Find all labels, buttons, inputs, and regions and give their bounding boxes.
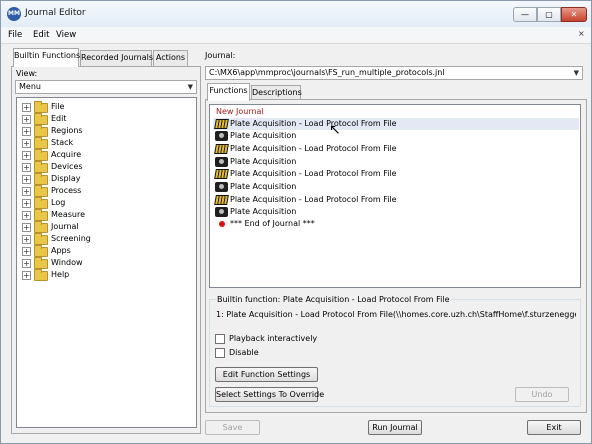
journal-function-list: New Journal Plate Acquisition - Load Pro… — [209, 104, 581, 288]
menu-divider — [1, 43, 591, 44]
menu-file[interactable]: File — [8, 30, 22, 40]
chevron-down-icon: ▼ — [573, 69, 579, 77]
expand-icon[interactable]: + — [22, 139, 31, 148]
function-tree: + File + Edit + Regions + Stack + Acquire + De… — [16, 97, 197, 428]
expand-icon[interactable]: + — [22, 175, 31, 184]
folder-icon — [34, 245, 48, 257]
close-icon[interactable]: × — [578, 29, 585, 38]
expand-icon[interactable]: + — [22, 127, 31, 136]
builtin-function-info: Builtin function: Plate Acquisition - Lo… — [216, 295, 451, 304]
tab-actions[interactable]: Actions — [153, 50, 188, 66]
list-item-end-of-journal[interactable]: *** End of Journal *** — [213, 218, 579, 230]
view-label: View: — [16, 69, 38, 78]
undo-button[interactable]: Undo — [515, 387, 569, 402]
function-call-line: 1: Plate Acquisition - Load Protocol Fro… — [216, 310, 576, 319]
expand-icon[interactable]: + — [22, 199, 31, 208]
plate-icon — [214, 144, 229, 154]
expand-icon[interactable]: + — [22, 115, 31, 124]
plate-icon — [214, 169, 229, 179]
maximize-button[interactable]: ▢ — [537, 7, 561, 22]
list-item[interactable]: Plate Acquisition - Load Protocol From F… — [213, 168, 579, 180]
folder-icon — [34, 197, 48, 209]
expand-icon[interactable]: + — [22, 259, 31, 268]
save-button[interactable]: Save — [205, 420, 260, 435]
journal-path-dropdown[interactable]: C:\MX6\app\mmproc\journals\FS_run_multip… — [205, 66, 583, 80]
expand-icon[interactable]: + — [22, 211, 31, 220]
minimize-button[interactable]: — — [513, 7, 537, 22]
folder-icon — [34, 269, 48, 281]
tab-recorded-journals[interactable]: Recorded Journals — [80, 50, 153, 66]
expand-icon[interactable]: + — [22, 103, 31, 112]
folder-icon — [34, 173, 48, 185]
tab-descriptions[interactable]: Descriptions — [251, 85, 302, 100]
expand-icon[interactable]: + — [22, 247, 31, 256]
folder-icon — [34, 257, 48, 269]
journal-editor-window: MM Journal Editor — ▢ ✕ File Edit View ×… — [0, 0, 592, 444]
expand-icon[interactable]: + — [22, 151, 31, 160]
red-dot-icon — [219, 221, 225, 227]
folder-icon — [34, 113, 48, 125]
folder-icon — [34, 209, 48, 221]
view-dropdown-value: Menu — [19, 82, 41, 91]
acquisition-icon — [215, 131, 228, 141]
acquisition-icon — [215, 182, 228, 192]
list-item[interactable]: Plate Acquisition - Load Protocol From F… — [213, 194, 579, 206]
acquisition-icon — [215, 157, 228, 167]
tab-builtin-functions[interactable]: Builtin Functions — [13, 48, 80, 67]
list-item[interactable]: Plate Acquisition - Load Protocol From F… — [213, 118, 579, 130]
disable-checkbox[interactable] — [215, 348, 225, 358]
window-title: Journal Editor — [25, 8, 86, 18]
menu-bar: File Edit View × — [1, 27, 591, 43]
edit-function-settings-button[interactable]: Edit Function Settings — [215, 367, 318, 382]
tab-functions[interactable]: Functions — [207, 83, 250, 101]
exit-button[interactable]: Exit — [527, 420, 581, 435]
playback-interactively-label: Playback interactively — [229, 334, 318, 343]
plate-icon — [214, 195, 229, 205]
list-item[interactable]: Plate Acquisition - Load Protocol From F… — [213, 143, 579, 155]
folder-icon — [34, 101, 48, 113]
list-item[interactable]: Plate Acquisition — [213, 181, 579, 193]
run-journal-button[interactable]: Run Journal — [368, 420, 422, 435]
list-item[interactable]: Plate Acquisition — [213, 130, 579, 142]
title-bar: MM Journal Editor — ▢ ✕ — [1, 1, 591, 27]
app-icon: MM — [7, 7, 21, 21]
journal-path-value: C:\MX6\app\mmproc\journals\FS_run_multip… — [209, 68, 445, 77]
expand-icon[interactable]: + — [22, 187, 31, 196]
menu-edit[interactable]: Edit — [33, 30, 49, 40]
mouse-cursor-icon: ↖ — [329, 122, 341, 138]
select-settings-to-override-button[interactable]: Select Settings To Override — [215, 387, 324, 402]
expand-icon[interactable]: + — [22, 271, 31, 280]
acquisition-icon — [215, 207, 228, 217]
disable-label: Disable — [229, 348, 259, 357]
list-item-new-journal[interactable]: New Journal — [213, 106, 579, 118]
plate-icon — [214, 119, 229, 129]
folder-icon — [34, 233, 48, 245]
playback-interactively-checkbox[interactable] — [215, 334, 225, 344]
folder-icon — [34, 161, 48, 173]
expand-icon[interactable]: + — [22, 163, 31, 172]
folder-icon — [34, 125, 48, 137]
menu-view[interactable]: View — [56, 30, 76, 40]
folder-icon — [34, 185, 48, 197]
folder-icon — [34, 149, 48, 161]
chevron-down-icon: ▼ — [187, 83, 193, 91]
folder-icon — [34, 137, 48, 149]
list-item[interactable]: Plate Acquisition — [213, 206, 579, 218]
expand-icon[interactable]: + — [22, 223, 31, 232]
expand-icon[interactable]: + — [22, 235, 31, 244]
folder-icon — [34, 221, 48, 233]
list-item[interactable]: Plate Acquisition — [213, 156, 579, 168]
view-dropdown[interactable]: Menu ▼ — [15, 80, 197, 94]
journal-label: Journal: — [205, 51, 236, 60]
close-button[interactable]: ✕ — [561, 7, 587, 22]
